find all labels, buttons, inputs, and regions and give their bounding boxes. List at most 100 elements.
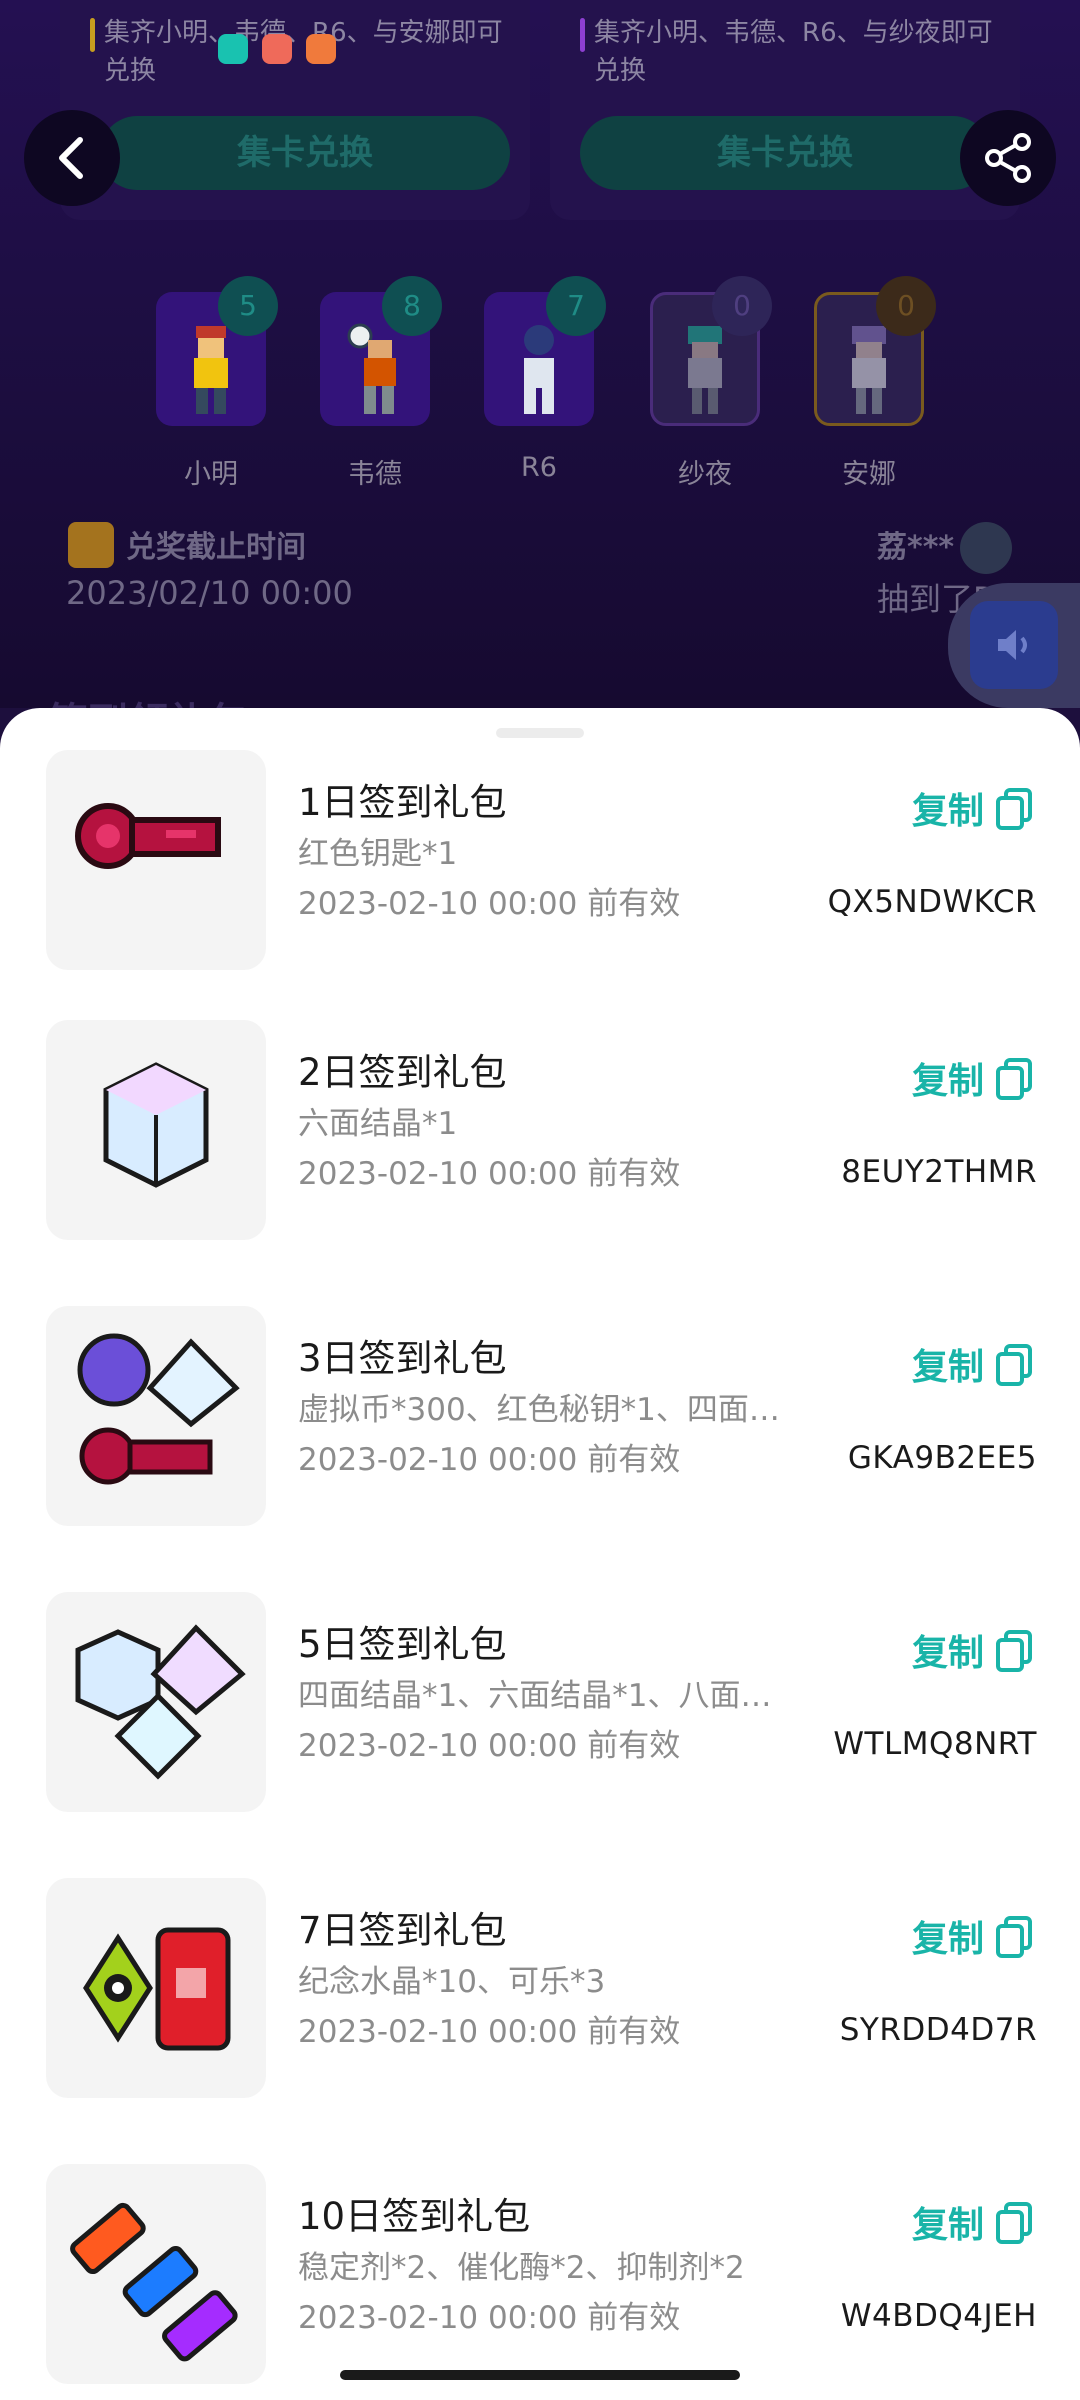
copy-button[interactable]: 复制 <box>912 1334 1034 1394</box>
gift-bottom-sheet: 1日签到礼包 红色钥匙*1 2023-02-10 00:00 前有效 复制 QX… <box>0 708 1080 2400</box>
chevron-left-icon <box>59 137 83 179</box>
crystals-bundle-icon <box>75 1624 246 1780</box>
game-app-icon <box>306 34 336 64</box>
pixel-character-saya <box>688 326 722 414</box>
card-count-badge: 8 <box>382 276 442 336</box>
gift-expiry: 2023-02-10 00:00 前有效 <box>298 2014 681 2050</box>
character-name: 安娜 <box>842 459 896 490</box>
gift-image <box>46 1592 266 1812</box>
gift-title: 5日签到礼包 <box>298 1623 507 1666</box>
gift-code: WTLMQ8NRT <box>833 1726 1037 1762</box>
winner-name: 荔*** <box>877 530 955 565</box>
copy-button[interactable]: 复制 <box>912 778 1034 838</box>
gift-content: 四面结晶*1、六面结晶*1、八面… <box>298 1678 772 1714</box>
gift-item: 5日签到礼包 四面结晶*1、六面结晶*1、八面… 2023-02-10 00:0… <box>0 1592 1080 1822</box>
character-card[interactable]: 0 纱夜 <box>650 276 772 490</box>
gift-content: 稳定剂*2、催化酶*2、抑制剂*2 <box>298 2250 745 2286</box>
gift-item: 7日签到礼包 纪念水晶*10、可乐*3 2023-02-10 00:00 前有效… <box>0 1878 1080 2108</box>
copy-icon <box>996 1058 1032 1100</box>
card-count-badge: 7 <box>546 276 606 336</box>
pixel-character-r6 <box>524 325 554 414</box>
sheet-drag-handle[interactable] <box>496 728 584 738</box>
copy-button[interactable]: 复制 <box>912 1620 1034 1680</box>
copy-label: 复制 <box>911 1919 984 1960</box>
red-key-icon <box>75 803 221 869</box>
deadline-date: 2023/02/10 00:00 <box>66 574 353 612</box>
character-card[interactable]: 8 韦德 <box>320 276 442 490</box>
gift-expiry: 2023-02-10 00:00 前有效 <box>298 1442 681 1478</box>
gift-title: 3日签到礼包 <box>298 1337 507 1380</box>
gift-code: GKA9B2EE5 <box>847 1440 1037 1476</box>
gift-content: 纪念水晶*10、可乐*3 <box>298 1964 606 2000</box>
character-name: 小明 <box>184 459 238 490</box>
hexahedron-crystal-icon <box>103 1062 209 1188</box>
copy-icon <box>996 1630 1032 1672</box>
gift-expiry: 2023-02-10 00:00 前有效 <box>298 2300 681 2336</box>
character-name: 纱夜 <box>678 459 732 490</box>
gift-expiry: 2023-02-10 00:00 前有效 <box>298 1728 681 1764</box>
share-button[interactable] <box>960 110 1056 206</box>
character-card[interactable]: 5 小明 <box>156 276 278 490</box>
gift-image <box>46 2164 266 2384</box>
card-count-badge: 0 <box>712 276 772 336</box>
card-accent-bar <box>90 18 95 52</box>
character-name: R6 <box>521 452 557 483</box>
character-name: 韦德 <box>348 459 402 490</box>
gift-code: SYRDD4D7R <box>839 2012 1037 2048</box>
gift-image <box>46 1878 266 2098</box>
gift-image <box>46 1306 266 1526</box>
copy-button[interactable]: 复制 <box>912 1906 1034 1966</box>
copy-button[interactable]: 复制 <box>912 2192 1034 2252</box>
cat-app-icon <box>262 34 292 64</box>
share-icon <box>985 133 1031 183</box>
copy-label: 复制 <box>911 1061 984 1102</box>
pixel-character-xiaoming <box>194 326 228 414</box>
speaker-icon <box>998 630 1027 660</box>
gift-content: 六面结晶*1 <box>298 1106 458 1142</box>
sound-toggle-button[interactable] <box>970 601 1058 689</box>
gift-image <box>46 750 266 970</box>
crystal-cola-icon <box>83 1927 231 2051</box>
copy-label: 复制 <box>911 2205 984 2246</box>
sound-float-panel <box>948 583 1080 708</box>
message-app-icon <box>218 34 248 64</box>
gift-title: 10日签到礼包 <box>298 2195 531 2238</box>
card-accent-bar <box>580 18 585 52</box>
character-card[interactable]: 0 安娜 <box>814 276 936 490</box>
pixel-character-wade <box>347 323 396 414</box>
copy-icon <box>996 1344 1032 1386</box>
gift-content: 红色钥匙*1 <box>298 836 458 872</box>
card-count-badge: 5 <box>218 276 278 336</box>
exchange-cards: 集齐小明、韦德、R6、与安娜即可兑换 集卡兑换 集齐小明、韦德、R6、与纱夜即可… <box>60 0 1020 230</box>
calendar-icon <box>68 522 114 568</box>
gift-code: W4BDQ4JEH <box>840 2298 1037 2334</box>
exchange-condition-text: 集齐小明、韦德、R6、与纱夜即可兑换 <box>594 18 993 86</box>
copy-label: 复制 <box>911 1347 984 1388</box>
reagent-vials-icon <box>70 2202 238 2362</box>
card-count-badge: 0 <box>876 276 936 336</box>
copy-button[interactable]: 复制 <box>912 1048 1034 1108</box>
gift-item: 2日签到礼包 六面结晶*1 2023-02-10 00:00 前有效 复制 8E… <box>0 1020 1080 1250</box>
gift-content: 虚拟币*300、红色秘钥*1、四面… <box>298 1392 780 1428</box>
status-bar-icons <box>218 34 336 64</box>
collect-redeem-button[interactable]: 集卡兑换 <box>100 116 510 190</box>
collect-redeem-button[interactable]: 集卡兑换 <box>580 116 990 190</box>
exchange-card-saya: 集齐小明、韦德、R6、与纱夜即可兑换 集卡兑换 <box>550 0 1020 220</box>
gift-title: 1日签到礼包 <box>298 781 507 824</box>
gift-title: 2日签到礼包 <box>298 1051 507 1094</box>
character-cards-row: 5 小明 8 韦德 7 R6 0 纱夜 0 安娜 <box>150 276 950 490</box>
copy-label: 复制 <box>911 791 984 832</box>
character-card[interactable]: 7 R6 <box>484 276 606 483</box>
gift-expiry: 2023-02-10 00:00 前有效 <box>298 886 681 922</box>
gift-expiry: 2023-02-10 00:00 前有效 <box>298 1156 681 1192</box>
copy-icon <box>996 788 1032 830</box>
gift-code: QX5NDWKCR <box>827 884 1037 920</box>
exchange-card-anna: 集齐小明、韦德、R6、与安娜即可兑换 集卡兑换 <box>60 0 530 220</box>
copy-label: 复制 <box>911 1633 984 1674</box>
deadline-label: 兑奖截止时间 <box>126 530 306 565</box>
back-button[interactable] <box>24 110 120 206</box>
gift-item: 10日签到礼包 稳定剂*2、催化酶*2、抑制剂*2 2023-02-10 00:… <box>0 2164 1080 2394</box>
home-indicator[interactable] <box>340 2370 740 2380</box>
copy-icon <box>996 1916 1032 1958</box>
pixel-character-anna <box>852 326 886 414</box>
